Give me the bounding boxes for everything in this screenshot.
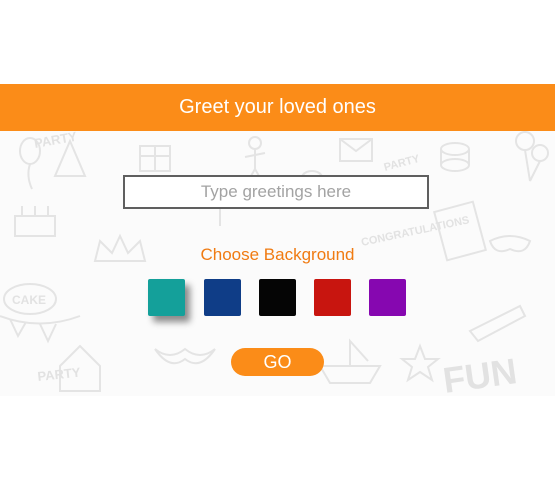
color-swatch-red[interactable] — [314, 279, 351, 316]
choose-background-label: Choose Background — [200, 245, 355, 264]
drum-icon — [440, 142, 470, 172]
doodle-word-fun: FUN — [440, 350, 519, 396]
color-swatch-teal[interactable] — [148, 279, 185, 316]
ship-icon — [318, 338, 382, 384]
header-title: Greet your loved ones — [179, 96, 376, 118]
color-swatch-purple[interactable] — [369, 279, 406, 316]
star-icon — [399, 343, 441, 383]
mustache-icon — [154, 347, 216, 365]
doodle-word-party-2: PARTY — [383, 153, 422, 174]
background-color-swatches — [148, 279, 408, 319]
color-swatch-black[interactable] — [259, 279, 296, 316]
bunting-icon — [0, 315, 81, 344]
doodle-word-congratulations: CONGRATULATIONS — [360, 214, 470, 249]
doodle-word-cake: CAKE — [12, 293, 46, 307]
greeting-text-input[interactable] — [125, 177, 427, 207]
go-button[interactable]: GO — [231, 348, 324, 376]
doodle-word-party-3: PARTY — [37, 365, 82, 384]
greeting-card-app: PARTY PARTY FUN CAKE CONGRATULATIONS PAR… — [0, 84, 555, 396]
app-header: Greet your loved ones — [0, 84, 555, 131]
greeting-input-box[interactable] — [123, 175, 429, 209]
gift-icon — [139, 145, 171, 172]
balloons-icon — [515, 131, 549, 182]
cake-icon — [14, 206, 56, 237]
color-swatch-navy[interactable] — [204, 279, 241, 316]
envelope-icon — [339, 138, 373, 162]
trumpet-icon — [468, 304, 527, 343]
doodle-word-party-1: PARTY — [33, 131, 78, 151]
